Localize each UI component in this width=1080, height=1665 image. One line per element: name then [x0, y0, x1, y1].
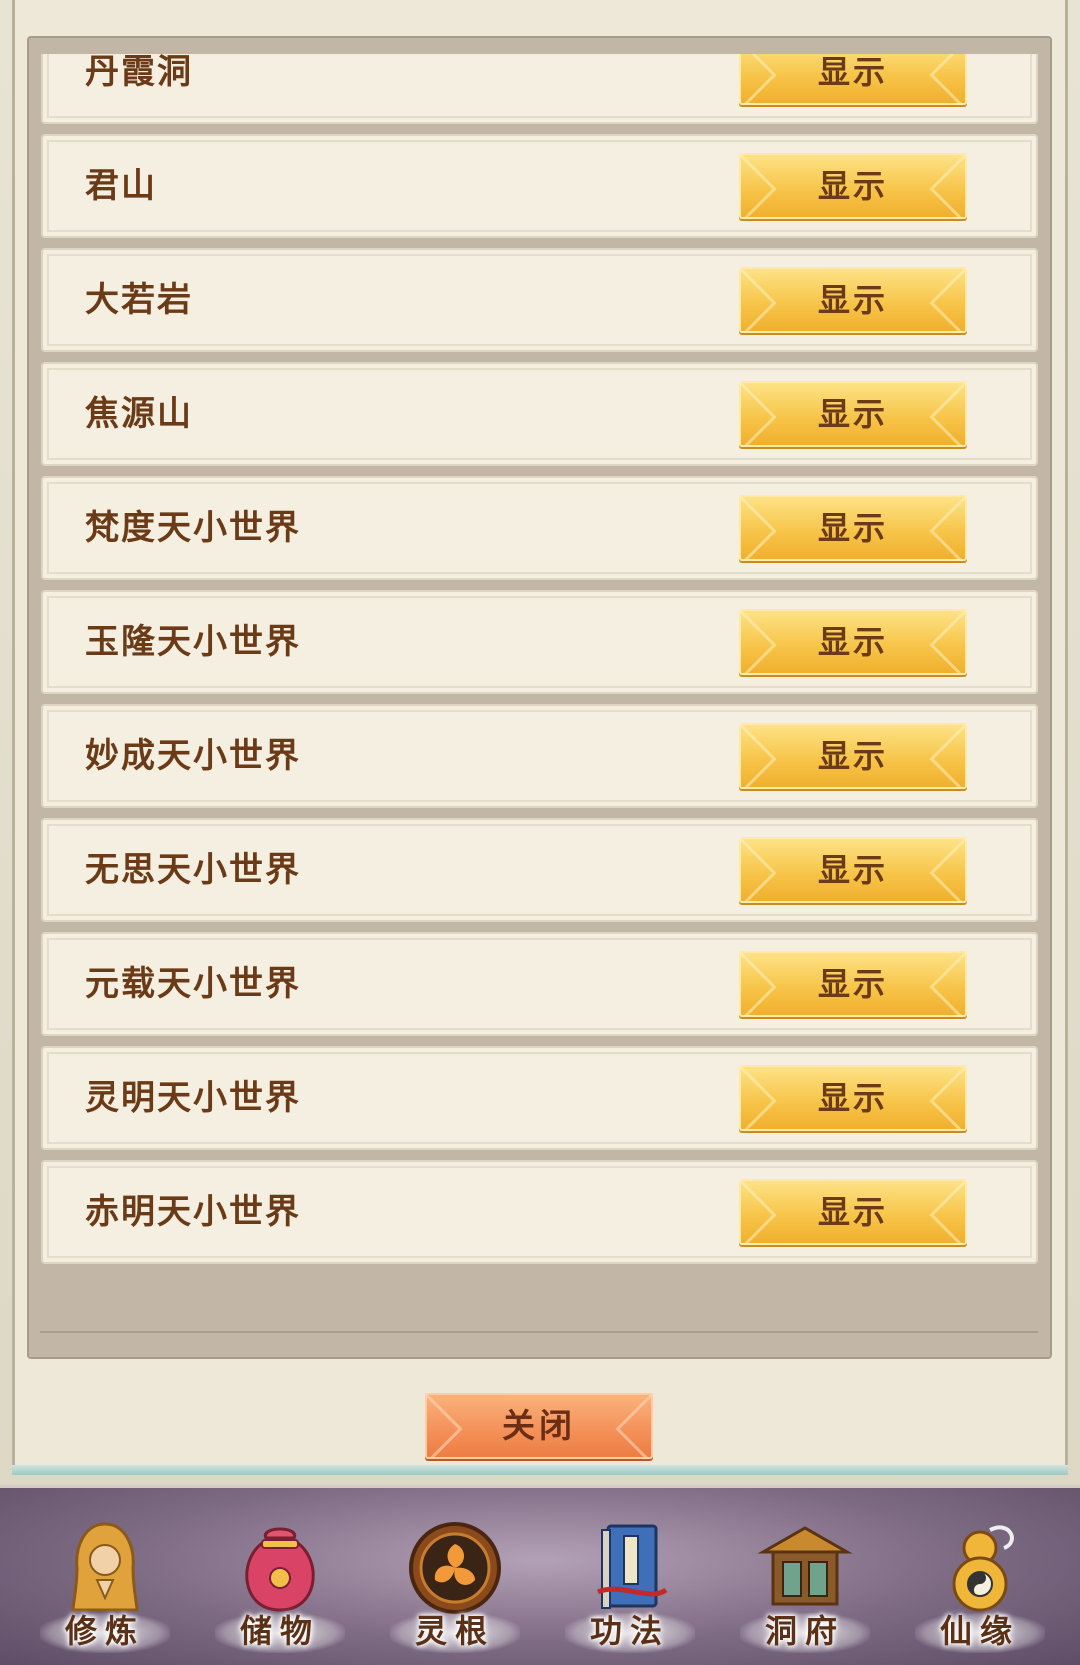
technique-book-icon — [596, 1524, 668, 1609]
show-button[interactable]: 显示 — [739, 495, 967, 561]
location-name: 妙成天小世界 — [85, 736, 301, 776]
list-item: 丹霞洞 显示 — [41, 54, 1038, 124]
list-item: 妙成天小世界 显示 — [41, 704, 1038, 808]
show-button[interactable]: 显示 — [739, 153, 967, 219]
location-name: 无思天小世界 — [85, 850, 301, 890]
location-name: 大若岩 — [85, 280, 193, 320]
location-name: 灵明天小世界 — [85, 1078, 301, 1118]
list-item: 元载天小世界 显示 — [41, 932, 1038, 1036]
nav-item-spirit-root[interactable]: 灵根 — [370, 1488, 540, 1665]
show-button[interactable]: 显示 — [739, 723, 967, 789]
list-item: 君山 显示 — [41, 134, 1038, 238]
close-button[interactable]: 关闭 — [425, 1393, 653, 1459]
nav-label: 储物 — [239, 1612, 320, 1650]
nav-label: 修炼 — [64, 1612, 145, 1650]
nav-label: 仙缘 — [939, 1612, 1020, 1650]
list-item: 玉隆天小世界 显示 — [41, 590, 1038, 694]
spirit-root-icon — [409, 1522, 501, 1614]
list-item: 赤明天小世界 显示 — [41, 1160, 1038, 1264]
nav-item-cave-dwelling[interactable]: 洞府 — [720, 1488, 890, 1665]
show-button[interactable]: 显示 — [739, 267, 967, 333]
gourd-icon — [952, 1525, 1014, 1612]
location-name: 君山 — [85, 166, 157, 206]
list-item: 灵明天小世界 显示 — [41, 1046, 1038, 1150]
location-name: 丹霞洞 — [85, 54, 193, 92]
nav-item-technique[interactable]: 功法 — [545, 1488, 715, 1665]
nav-label: 功法 — [589, 1612, 670, 1650]
location-list-viewport[interactable]: 丹霞洞 显示 君山 显示 大若岩 显示 焦源山 显示 梵度天小世界 显示 玉隆天… — [41, 54, 1038, 1324]
location-name: 赤明天小世界 — [85, 1192, 301, 1232]
show-button[interactable]: 显示 — [739, 609, 967, 675]
storage-bag-icon — [245, 1527, 315, 1612]
location-list-frame: 丹霞洞 显示 君山 显示 大若岩 显示 焦源山 显示 梵度天小世界 显示 玉隆天… — [27, 36, 1052, 1359]
show-button[interactable]: 显示 — [739, 54, 967, 105]
location-name: 元载天小世界 — [85, 964, 301, 1004]
show-button[interactable]: 显示 — [739, 381, 967, 447]
list-item: 大若岩 显示 — [41, 248, 1038, 352]
location-name: 玉隆天小世界 — [85, 622, 301, 662]
list-divider — [40, 1331, 1038, 1333]
nav-item-immortal-fate[interactable]: 仙缘 — [895, 1488, 1065, 1665]
bottom-nav: 修炼 储物 灵根 功法 洞府 仙缘 — [0, 1485, 1080, 1665]
nav-item-storage[interactable]: 储物 — [195, 1488, 365, 1665]
list-item: 焦源山 显示 — [41, 362, 1038, 466]
nav-label: 灵根 — [414, 1612, 495, 1650]
location-name: 梵度天小世界 — [85, 508, 301, 548]
list-item: 无思天小世界 显示 — [41, 818, 1038, 922]
cave-dwelling-icon — [757, 1526, 853, 1606]
show-button[interactable]: 显示 — [739, 837, 967, 903]
nav-item-cultivation[interactable]: 修炼 — [20, 1488, 190, 1665]
list-item: 梵度天小世界 显示 — [41, 476, 1038, 580]
show-button[interactable]: 显示 — [739, 1179, 967, 1245]
cultivation-icon — [71, 1522, 139, 1612]
nav-label: 洞府 — [764, 1612, 845, 1650]
location-name: 焦源山 — [85, 394, 193, 434]
show-button[interactable]: 显示 — [739, 951, 967, 1017]
app-screen: 丹霞洞 显示 君山 显示 大若岩 显示 焦源山 显示 梵度天小世界 显示 玉隆天… — [0, 0, 1080, 1665]
show-button[interactable]: 显示 — [739, 1065, 967, 1131]
